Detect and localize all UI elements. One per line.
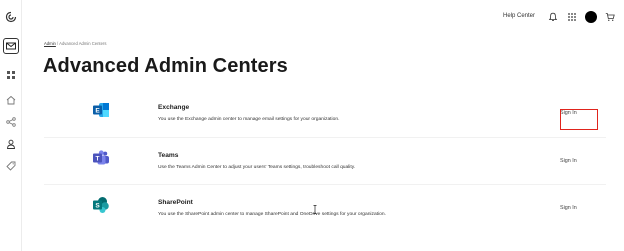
app-window: Help Center Admin / Advanced Admin Cente… <box>0 0 624 251</box>
help-center-link[interactable]: Help Center <box>503 13 535 19</box>
teams-sign-in-button[interactable]: Sign In <box>560 158 577 164</box>
bell-icon[interactable] <box>548 12 558 22</box>
product-name: SharePoint <box>158 199 193 206</box>
product-name: Exchange <box>158 104 190 111</box>
svg-text:T: T <box>96 156 100 163</box>
exchange-logo-icon: E <box>92 101 110 119</box>
product-card-teams: T Teams Use the Teams Admin Center to ad… <box>44 137 606 184</box>
left-nav-rail <box>0 0 22 251</box>
highlight-box <box>560 109 598 130</box>
home-icon[interactable] <box>4 93 18 107</box>
sharepoint-logo-icon: S <box>92 196 110 214</box>
breadcrumb-current: Advanced Admin Centers <box>59 41 107 46</box>
logo-icon[interactable] <box>4 10 18 24</box>
breadcrumb: Admin / Advanced Admin Centers <box>44 41 106 46</box>
share-icon[interactable] <box>4 115 18 129</box>
user-icon[interactable] <box>4 137 18 151</box>
product-description: You use the SharePoint admin center to m… <box>158 212 386 217</box>
text-cursor-icon <box>313 205 317 214</box>
app-launcher-icon[interactable] <box>567 12 577 22</box>
email-icon[interactable] <box>3 38 19 54</box>
teams-logo-icon: T <box>92 149 110 167</box>
svg-text:E: E <box>95 108 100 115</box>
product-description: You use the Exchange admin center to man… <box>158 117 340 122</box>
product-description: Use the Teams Admin Center to adjust you… <box>158 165 356 170</box>
cart-icon[interactable] <box>605 12 615 22</box>
tag-icon[interactable] <box>4 159 18 173</box>
apps-grid-icon[interactable] <box>4 68 18 82</box>
svg-text:S: S <box>95 203 100 210</box>
avatar[interactable] <box>585 11 597 23</box>
sharepoint-sign-in-button[interactable]: Sign In <box>560 205 577 211</box>
breadcrumb-admin-link[interactable]: Admin <box>44 41 56 46</box>
page-title: Advanced Admin Centers <box>43 55 288 77</box>
product-card-exchange: E Exchange You use the Exchange admin ce… <box>44 90 606 137</box>
product-card-sharepoint: S SharePoint You use the SharePoint admi… <box>44 184 606 231</box>
product-name: Teams <box>158 152 179 159</box>
admin-center-list: E Exchange You use the Exchange admin ce… <box>44 90 606 231</box>
